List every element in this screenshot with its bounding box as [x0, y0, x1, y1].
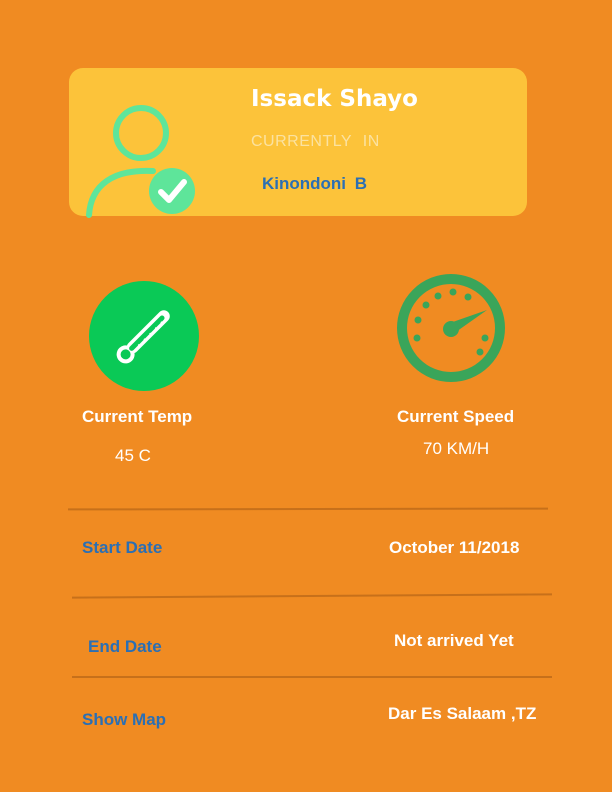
current-temp-value: 45 C [115, 446, 151, 465]
divider [67, 507, 549, 511]
divider [71, 593, 553, 599]
user-check-icon [86, 105, 195, 218]
current-speed-label: Current Speed [397, 407, 515, 426]
show-map-link[interactable]: Show Map [82, 710, 166, 730]
status-text: CURRENTLY IN [251, 133, 380, 150]
thermometer-icon [89, 281, 199, 391]
end-date-value: Not arrived Yet [394, 631, 514, 650]
speedometer-icon [397, 274, 505, 382]
start-date-label: Start Date [82, 538, 163, 557]
current-location: Kinondoni B [262, 174, 368, 193]
divider [72, 676, 552, 678]
current-speed-value: 70 KM/H [423, 439, 490, 458]
map-location-value: Dar Es Salaam ,TZ [388, 704, 537, 723]
end-date-label: End Date [88, 637, 162, 656]
start-date-value: October 11/2018 [389, 538, 520, 557]
current-temp-label: Current Temp [82, 407, 193, 426]
user-name: Issack Shayo [251, 86, 418, 112]
